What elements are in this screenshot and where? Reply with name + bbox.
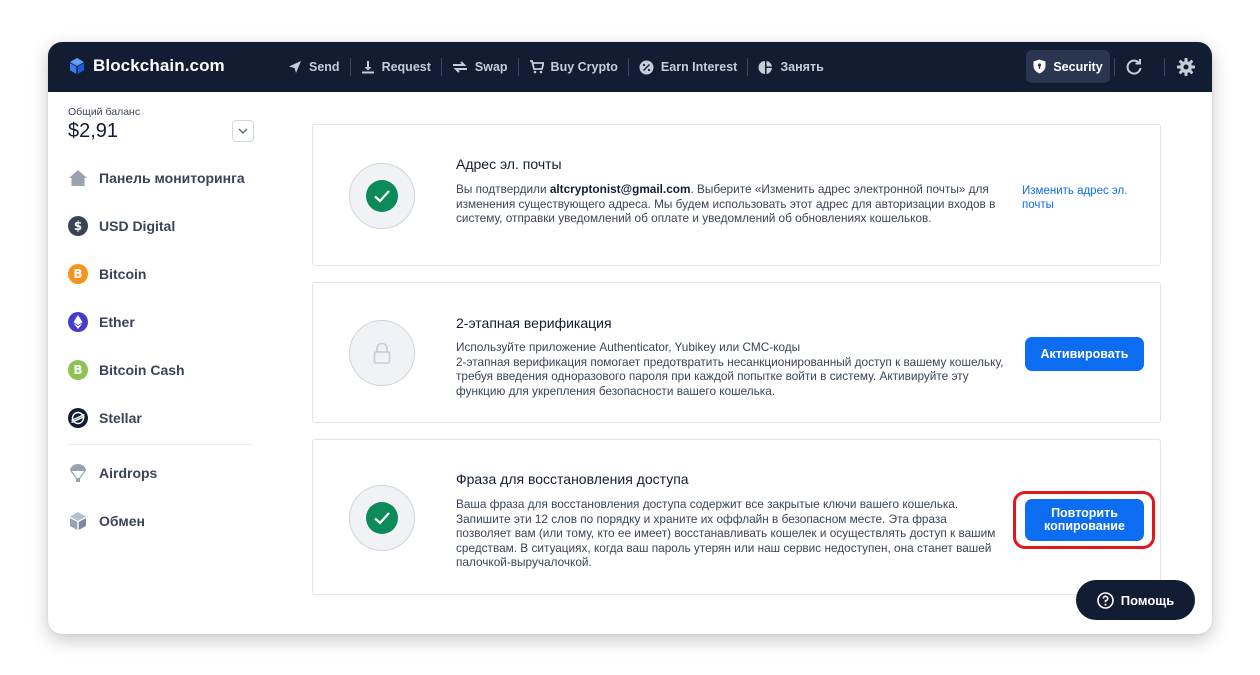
toolbar-divider <box>1114 58 1115 76</box>
lock-icon <box>373 342 391 364</box>
total-balance-label: Общий баланс <box>68 106 141 118</box>
home-icon <box>68 168 88 188</box>
gear-icon <box>1177 58 1195 76</box>
settings-button[interactable] <box>1176 57 1196 77</box>
bitcoin-icon: B <box>68 264 88 284</box>
sidebar-item-label: Airdrops <box>99 465 158 481</box>
app-window: Blockchain.com Send Request Swap Buy Cry… <box>48 42 1212 634</box>
sidebar-item-airdrops[interactable]: Airdrops <box>68 461 157 485</box>
help-label: Помощь <box>1120 592 1175 608</box>
check-icon <box>366 180 398 212</box>
recovery-status-circle <box>349 485 415 551</box>
recovery-card-description: Ваша фраза для восстановления доступа со… <box>456 497 996 570</box>
email-card-description: Вы подтвердили altcryptonist@gmail.com. … <box>456 182 1004 226</box>
sidebar-item-exchange[interactable]: Обмен <box>68 509 145 533</box>
sidebar-item-bitcoin[interactable]: B Bitcoin <box>68 262 146 286</box>
brand-name: Blockchain.com <box>93 56 225 75</box>
sidebar-item-label: Bitcoin <box>99 266 147 282</box>
usd-digital-icon: $ <box>68 216 88 236</box>
nav-earn-interest[interactable]: Earn Interest <box>629 42 747 92</box>
security-button[interactable]: Security <box>1026 50 1110 83</box>
nav-buy-crypto-label: Buy Crypto <box>550 60 618 74</box>
swap-icon <box>452 61 467 73</box>
sidebar-item-label: Ether <box>99 314 135 330</box>
svg-text:B: B <box>73 267 82 281</box>
sidebar-divider <box>68 444 252 445</box>
exchange-icon <box>68 511 88 531</box>
activate-button[interactable]: Активировать <box>1025 337 1144 371</box>
nav-buy-crypto[interactable]: Buy Crypto <box>519 42 628 92</box>
email-status-circle <box>349 163 415 229</box>
chevron-down-icon <box>238 128 248 134</box>
two-factor-card-description: Используйте приложение Authenticator, Yu… <box>456 340 1004 398</box>
nav-send[interactable]: Send <box>278 42 350 92</box>
change-email-link[interactable]: Изменить адрес эл. почты <box>1022 184 1152 212</box>
email-desc-prefix: Вы подтвердили <box>456 182 550 196</box>
sidebar-item-label: USD Digital <box>99 218 176 234</box>
nav-borrow[interactable]: Занять <box>748 42 833 92</box>
blockchain-logo-icon <box>70 58 84 74</box>
nav-earn-interest-label: Earn Interest <box>660 60 738 74</box>
backup-phrase-button[interactable]: Повторить копирование <box>1025 499 1144 541</box>
nav-send-label: Send <box>309 60 340 74</box>
shield-icon <box>1033 59 1046 74</box>
sidebar-item-label: Bitcoin Cash <box>99 362 185 378</box>
sidebar-item-stellar[interactable]: Stellar <box>68 406 142 430</box>
toolbar-divider <box>1164 58 1165 76</box>
email-card-title: Адрес эл. почты <box>456 156 562 172</box>
security-label: Security <box>1053 59 1103 74</box>
nav-swap-label: Swap <box>474 60 508 74</box>
top-navigation: Blockchain.com Send Request Swap Buy Cry… <box>48 42 1212 92</box>
sidebar-item-label: Обмен <box>99 513 145 529</box>
total-balance-value: $2,91 <box>68 120 119 142</box>
sidebar-item-ether[interactable]: Ether <box>68 310 135 334</box>
check-icon <box>366 502 398 534</box>
help-icon <box>1096 591 1114 609</box>
percent-icon <box>639 60 654 74</box>
two-factor-card-title: 2-этапная верификация <box>456 315 612 331</box>
refresh-icon <box>1126 59 1142 75</box>
nav-request-label: Request <box>381 60 431 74</box>
main-nav: Send Request Swap Buy Crypto Earn Intere… <box>278 42 834 92</box>
nav-borrow-label: Занять <box>780 60 824 74</box>
bitcoin-cash-icon: B <box>68 360 88 380</box>
svg-text:B: B <box>73 363 82 377</box>
recovery-phrase-card: Фраза для восстановления доступа Ваша фр… <box>312 439 1161 595</box>
refresh-button[interactable] <box>1124 57 1144 77</box>
sidebar: Общий баланс $2,91 Панель мониторинга $ … <box>48 92 263 634</box>
sidebar-item-label: Панель мониторинга <box>99 170 245 186</box>
parachute-icon <box>68 463 88 483</box>
two-factor-card: 2-этапная верификация Используйте прилож… <box>312 282 1161 423</box>
stellar-icon <box>68 408 88 428</box>
pie-icon <box>758 60 773 74</box>
nav-swap[interactable]: Swap <box>442 42 518 92</box>
sidebar-item-label: Stellar <box>99 410 142 426</box>
balance-toggle-button[interactable] <box>232 120 254 142</box>
svg-text:$: $ <box>74 219 82 233</box>
email-address: altcryptonist@gmail.com <box>549 182 691 196</box>
email-card: Адрес эл. почты Вы подтвердили altcrypto… <box>312 124 1161 266</box>
send-icon <box>289 61 301 73</box>
two-factor-status-circle <box>349 320 415 386</box>
sidebar-item-bitcoin-cash[interactable]: B Bitcoin Cash <box>68 358 185 382</box>
ether-icon <box>68 312 88 332</box>
nav-request[interactable]: Request <box>351 42 441 92</box>
cart-icon <box>529 60 544 74</box>
sidebar-item-usd-digital[interactable]: $ USD Digital <box>68 214 175 238</box>
sidebar-item-dashboard[interactable]: Панель мониторинга <box>68 166 245 190</box>
help-button[interactable]: Помощь <box>1076 580 1195 620</box>
brand-logo[interactable]: Blockchain.com <box>68 56 225 76</box>
download-icon <box>361 61 374 74</box>
recovery-card-title: Фраза для восстановления доступа <box>456 471 689 487</box>
